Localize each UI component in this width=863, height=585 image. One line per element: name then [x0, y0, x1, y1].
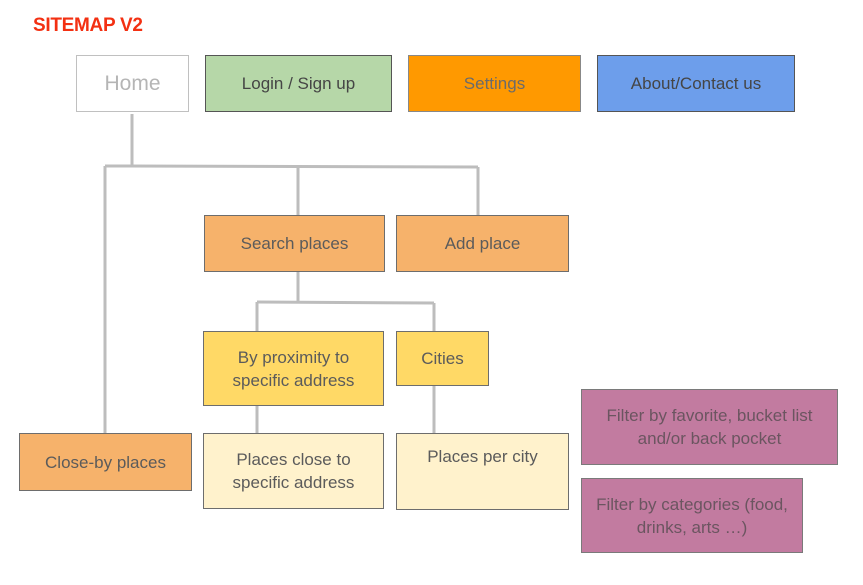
- node-filter-categories-label: Filter by categories (food, drinks, arts…: [596, 494, 788, 537]
- node-filter-favorite: Filter by favorite, bucket list and/or b…: [581, 389, 838, 465]
- node-filter-favorite-label: Filter by favorite, bucket list and/or b…: [606, 406, 813, 448]
- node-places-close-to-address-label: Places close to specific address: [232, 450, 355, 492]
- connector-main-bus: [104, 164, 479, 169]
- node-filter-categories: Filter by categories (food, drinks, arts…: [581, 478, 803, 553]
- node-home: Home: [76, 55, 189, 112]
- connector-search-sub-bus: [256, 300, 435, 305]
- node-by-proximity: By proximity to specific address: [203, 331, 384, 406]
- node-home-label: Home: [104, 72, 161, 95]
- node-places-per-city: Places per city: [396, 433, 569, 510]
- node-add-place-label: Add place: [444, 234, 521, 253]
- node-login-label: Login / Sign up: [241, 74, 356, 93]
- node-search-places: Search places: [204, 215, 385, 272]
- node-close-by-places-label: Close-by places: [45, 452, 166, 472]
- node-about-label: About/Contact us: [630, 74, 762, 93]
- node-search-places-label: Search places: [240, 234, 349, 253]
- node-cities-label: Cities: [421, 349, 464, 368]
- node-cities: Cities: [396, 331, 489, 386]
- node-places-per-city-label: Places per city: [427, 447, 538, 466]
- node-places-close-to-address: Places close to specific address: [203, 433, 384, 509]
- node-login: Login / Sign up: [205, 55, 392, 112]
- node-add-place: Add place: [396, 215, 569, 272]
- node-close-by-places: Close-by places: [19, 433, 192, 491]
- node-about: About/Contact us: [597, 55, 795, 112]
- node-settings: Settings: [408, 55, 581, 112]
- node-settings-label: Settings: [463, 74, 526, 93]
- node-by-proximity-label: By proximity to specific address: [232, 347, 355, 390]
